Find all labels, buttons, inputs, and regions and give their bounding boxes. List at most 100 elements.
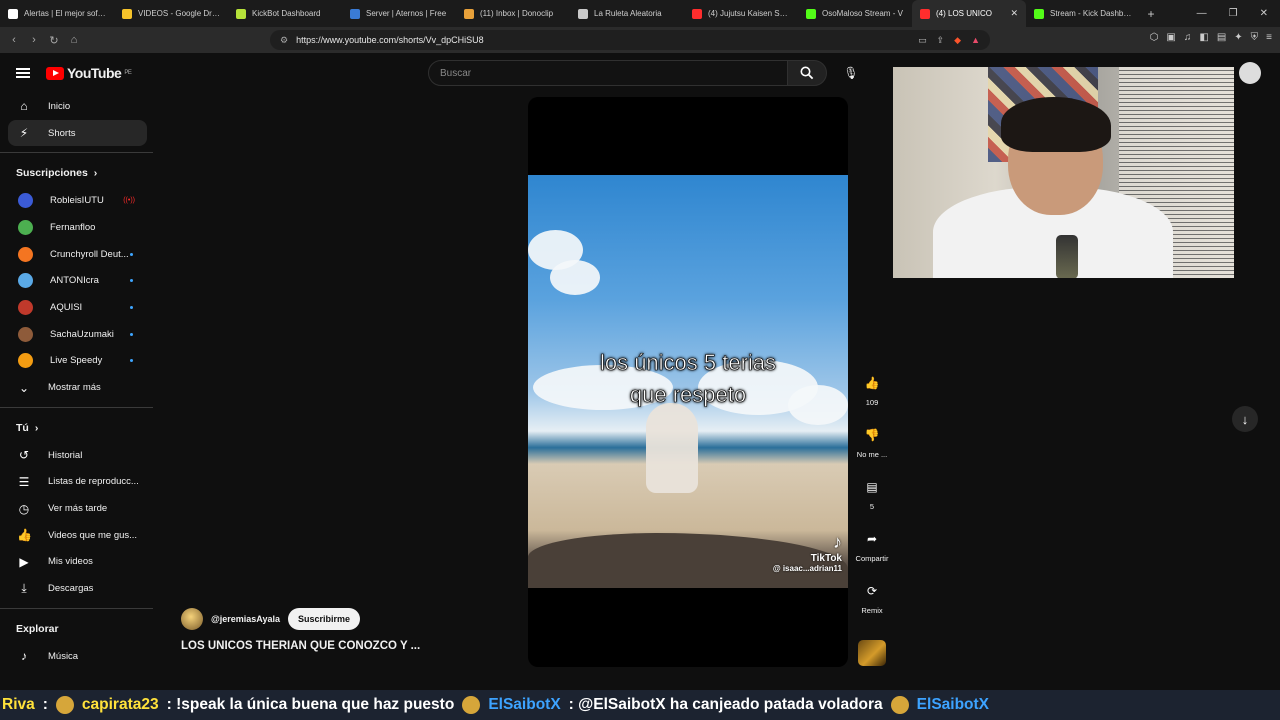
voice-search-button[interactable]: 🎙 bbox=[838, 60, 864, 86]
ai-icon[interactable]: ✦ bbox=[1234, 32, 1242, 43]
tiktok-brand: TikTok bbox=[810, 553, 842, 564]
browser-tab[interactable]: Alertas | El mejor softw... bbox=[0, 0, 114, 27]
sound-thumbnail[interactable] bbox=[858, 640, 886, 666]
show-more-button[interactable]: ⌄ Mostrar más bbox=[0, 374, 155, 401]
divider bbox=[0, 608, 153, 609]
short-video[interactable]: los únicos 5 terias que respeto ♪ TikTok… bbox=[528, 175, 848, 588]
subscription-item[interactable]: SachaUzumaki bbox=[0, 321, 155, 348]
browser-tab[interactable]: La Ruleta Aleatoria bbox=[570, 0, 684, 27]
sidebar-item-listas-de-reproducc[interactable]: ☰ Listas de reproducc... bbox=[0, 469, 155, 496]
minimize-icon[interactable]: — bbox=[1197, 8, 1207, 19]
subscription-item[interactable]: RobleisIUTU ((•)) bbox=[0, 187, 155, 214]
forward-icon[interactable]: › bbox=[24, 34, 44, 46]
screen-icon[interactable]: ▭ bbox=[918, 35, 927, 46]
live-indicator-icon: ((•)) bbox=[123, 197, 135, 205]
sidebar-item-historial[interactable]: ↺ Historial bbox=[0, 442, 155, 469]
channel-name[interactable]: @jeremiasAyala bbox=[211, 614, 280, 624]
site-info-icon[interactable]: ⚙ bbox=[280, 35, 288, 46]
music-icon: ♪ bbox=[21, 649, 27, 664]
sidebar-item-label: Listas de reproducc... bbox=[48, 476, 139, 488]
subscription-item[interactable]: AQUISI bbox=[0, 294, 155, 321]
short-player[interactable]: los únicos 5 terias que respeto ♪ TikTok… bbox=[528, 97, 848, 667]
next-short-button[interactable]: ↓ bbox=[1232, 406, 1258, 432]
sidebar-toggle-icon[interactable]: ◧ bbox=[1199, 32, 1208, 43]
browser-tab[interactable]: (11) Inbox | Donoclip bbox=[456, 0, 570, 27]
sidebar-item-shorts[interactable]: ⚡ Shorts bbox=[8, 119, 147, 147]
maximize-icon[interactable]: ❐ bbox=[1229, 8, 1238, 19]
account-avatar[interactable] bbox=[1239, 62, 1261, 84]
subscription-item[interactable]: ANTONIcra bbox=[0, 267, 155, 294]
like-icon[interactable]: 👍 bbox=[859, 370, 885, 396]
subscription-label: ANTONIcra bbox=[50, 275, 99, 287]
reload-icon[interactable]: ↻ bbox=[44, 34, 64, 47]
search-input[interactable]: Buscar bbox=[428, 60, 788, 86]
tab-favicon-icon bbox=[1034, 8, 1044, 19]
channel-avatar bbox=[18, 219, 33, 235]
subscription-item[interactable]: Crunchyroll Deut... bbox=[0, 241, 155, 268]
tab-title: VIDEOS - Google Drive bbox=[138, 9, 220, 18]
sidebar-item-mis-videos[interactable]: ▶ Mis videos bbox=[0, 549, 155, 576]
tab-title: (4) LOS UNICO bbox=[936, 9, 993, 18]
hamburger-menu-icon[interactable] bbox=[16, 68, 30, 78]
downloads-icon: ⤓ bbox=[21, 581, 27, 596]
browser-tab[interactable]: (4) Jujutsu Kaisen Seas bbox=[684, 0, 798, 27]
subscription-item[interactable]: Live Speedy bbox=[0, 348, 155, 375]
tiktok-logo-icon: ♪ bbox=[833, 532, 842, 552]
window-controls: — ❐ ✕ bbox=[1197, 8, 1280, 19]
comments-icon[interactable]: ▤ bbox=[859, 474, 885, 500]
new-tab-button[interactable]: + bbox=[1140, 7, 1162, 21]
subscription-item[interactable]: Fernanfloo bbox=[0, 214, 155, 241]
home-icon: ⌂ bbox=[20, 99, 28, 114]
menu-icon[interactable]: ≡ bbox=[1266, 32, 1272, 43]
browser-tab[interactable]: Server | Aternos | Free bbox=[342, 0, 456, 27]
media-icon[interactable]: ♫ bbox=[1184, 32, 1192, 43]
sidebar-item-videos-que-me-gus[interactable]: 👍 Videos que me gus... bbox=[0, 522, 155, 549]
rewards-icon[interactable]: ▲ bbox=[971, 35, 980, 46]
short-actions: 👍 109 👎 No me ... ▤ 5 ➦ Compartir ⟳ Remix bbox=[854, 370, 890, 630]
remix-icon[interactable]: ⟳ bbox=[859, 578, 885, 604]
sidebar-item-label: Videos que me gus... bbox=[48, 529, 138, 541]
brave-shield-icon[interactable]: ◆ bbox=[954, 35, 961, 46]
subscriptions-header[interactable]: Suscripciones › bbox=[0, 159, 155, 187]
short-title[interactable]: LOS UNICOS THERIAN QUE CONOZCO Y ... bbox=[181, 640, 420, 652]
close-window-icon[interactable]: ✕ bbox=[1260, 8, 1268, 19]
channel-avatar[interactable] bbox=[181, 608, 203, 630]
close-tab-icon[interactable]: ✕ bbox=[1010, 8, 1018, 19]
share-label: Compartir bbox=[855, 554, 889, 563]
browser-tab[interactable]: OsoMaloso Stream - V bbox=[798, 0, 912, 27]
share-page-icon[interactable]: ⇪ bbox=[937, 35, 945, 46]
url-bar[interactable]: ⚙ https://www.youtube.com/shorts/Vv_dpCH… bbox=[270, 30, 990, 50]
extension-icon[interactable]: ▣ bbox=[1166, 32, 1175, 43]
share-icon[interactable]: ➦ bbox=[859, 526, 885, 552]
subscribe-button[interactable]: Suscribirme bbox=[288, 608, 361, 630]
new-content-dot bbox=[130, 359, 133, 363]
youtube-play-icon bbox=[46, 66, 64, 80]
chat-username: Riva bbox=[2, 696, 35, 713]
search-button[interactable] bbox=[787, 60, 827, 86]
channel-avatar bbox=[18, 193, 33, 209]
my-videos-icon: ▶ bbox=[19, 554, 29, 569]
browser-tab[interactable]: (4) LOS UNICO ✕ bbox=[912, 0, 1026, 27]
sidebar-item-ver-m-s-tarde[interactable]: ◷ Ver más tarde bbox=[0, 495, 155, 522]
region-code: PE bbox=[124, 70, 132, 76]
subscription-label: SachaUzumaki bbox=[50, 328, 114, 340]
dislike-icon[interactable]: 👎 bbox=[859, 422, 885, 448]
youtube-logo[interactable]: YouTube PE bbox=[46, 65, 132, 81]
browser-tab[interactable]: VIDEOS - Google Drive bbox=[114, 0, 228, 27]
you-header[interactable]: Tú › bbox=[0, 414, 155, 442]
wallet-icon[interactable]: ▤ bbox=[1217, 32, 1226, 43]
vpn-icon[interactable]: ⛨ bbox=[1251, 32, 1259, 43]
browser-tab[interactable]: Stream - Kick Dashboa bbox=[1026, 0, 1140, 27]
explore-header: Explorar bbox=[0, 615, 155, 643]
browser-tab[interactable]: KickBot Dashboard bbox=[228, 0, 342, 27]
tab-favicon-icon bbox=[692, 8, 702, 19]
tab-favicon-icon bbox=[464, 8, 474, 19]
tab-favicon-icon bbox=[806, 8, 816, 19]
back-icon[interactable]: ‹ bbox=[4, 34, 24, 46]
extension-icon[interactable]: ⬡ bbox=[1150, 32, 1159, 43]
home-page-icon[interactable]: ⌂ bbox=[64, 34, 84, 46]
new-content-dot bbox=[130, 305, 133, 309]
sidebar-item-m-sica[interactable]: ♪ Música bbox=[0, 643, 155, 670]
sidebar-item-inicio[interactable]: ⌂ Inicio bbox=[0, 93, 155, 120]
sidebar-item-descargas[interactable]: ⤓ Descargas bbox=[0, 575, 155, 602]
